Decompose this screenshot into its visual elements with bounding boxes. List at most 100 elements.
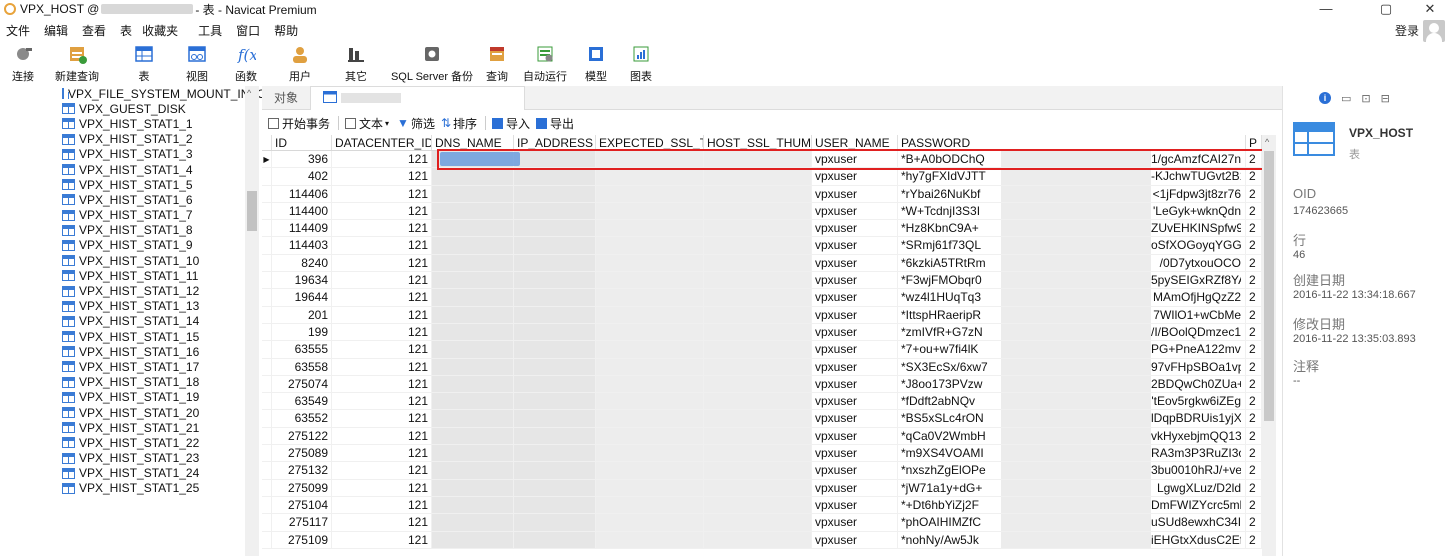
table-row[interactable]: 63552 121 vpxuser *BS5xSLc4rON lDqpBDRUis1yj… bbox=[262, 410, 1262, 428]
import-button[interactable]: 导入 bbox=[492, 115, 530, 132]
cell-dns-name-redacted[interactable] bbox=[432, 323, 514, 341]
cell-id[interactable]: 275099 bbox=[272, 479, 332, 496]
cell-password[interactable]: *rYbai26NuKbf <1jFdpw3jt8zr76 bbox=[898, 185, 1246, 202]
menu-file[interactable]: 文件 bbox=[0, 22, 38, 39]
tree-item[interactable]: VPX_HIST_STAT1_19 bbox=[0, 390, 262, 405]
tree-item[interactable]: VPX_HIST_STAT1_21 bbox=[0, 420, 262, 435]
tree-item[interactable]: VPX_HIST_STAT1_13 bbox=[0, 299, 262, 314]
cell-ip-address-redacted[interactable] bbox=[514, 185, 596, 202]
table-row[interactable]: 63555 121 vpxuser *7+ou+w7fi4lK PG+PneA122mv… bbox=[262, 341, 1262, 359]
cell-datacenter-id[interactable]: 121 bbox=[332, 237, 432, 254]
text-button[interactable]: 文本 ▾ bbox=[345, 115, 391, 132]
cell-datacenter-id[interactable]: 121 bbox=[332, 375, 432, 393]
cell-id[interactable]: 275117 bbox=[272, 514, 332, 531]
cell-p[interactable]: 2 bbox=[1246, 254, 1262, 272]
cell-dns-name-redacted[interactable] bbox=[432, 496, 514, 514]
cell-dns-name-redacted[interactable] bbox=[432, 220, 514, 237]
cell-user-name[interactable]: vpxuser bbox=[812, 306, 898, 323]
menu-window[interactable]: 窗口 bbox=[230, 22, 268, 39]
cell-ip-address-redacted[interactable] bbox=[514, 202, 596, 220]
cell-p[interactable]: 2 bbox=[1246, 220, 1262, 237]
cell-expected-ssl-redacted[interactable] bbox=[596, 306, 704, 323]
cell-datacenter-id[interactable]: 121 bbox=[332, 254, 432, 272]
cell-host-ssl-redacted[interactable] bbox=[704, 427, 812, 445]
tree-item[interactable]: VPX_HIST_STAT1_4 bbox=[0, 162, 262, 177]
cell-expected-ssl-redacted[interactable] bbox=[596, 514, 704, 531]
cell-ip-address-redacted[interactable] bbox=[514, 254, 596, 272]
cell-p[interactable]: 2 bbox=[1246, 202, 1262, 220]
cell-id[interactable]: 199 bbox=[272, 323, 332, 341]
tree-item[interactable]: VPX_HIST_STAT1_7 bbox=[0, 208, 262, 223]
cell-user-name[interactable]: vpxuser bbox=[812, 427, 898, 445]
cell-expected-ssl-redacted[interactable] bbox=[596, 358, 704, 375]
cell-p[interactable]: 2 bbox=[1246, 237, 1262, 254]
tree-item[interactable]: VPX_HIST_STAT1_12 bbox=[0, 283, 262, 298]
cell-user-name[interactable]: vpxuser bbox=[812, 168, 898, 185]
selected-cell[interactable] bbox=[440, 152, 520, 166]
scroll-up-icon[interactable]: ^ bbox=[1265, 137, 1269, 147]
cell-datacenter-id[interactable]: 121 bbox=[332, 479, 432, 496]
cell-datacenter-id[interactable]: 121 bbox=[332, 323, 432, 341]
avatar[interactable] bbox=[1423, 20, 1445, 42]
table-row[interactable]: ▶ 396 121 vpxuser *B+A0bODChQ 1/gcAmzfCAI27n 2 bbox=[262, 151, 1262, 169]
cell-id[interactable]: 114406 bbox=[272, 185, 332, 202]
cell-expected-ssl-redacted[interactable] bbox=[596, 445, 704, 462]
table-row[interactable]: 114409 121 vpxuser *Hz8KbnC9A+ ZUvEHKINSpfw9… bbox=[262, 220, 1262, 238]
cell-expected-ssl-redacted[interactable] bbox=[596, 185, 704, 202]
cell-user-name[interactable]: vpxuser bbox=[812, 410, 898, 427]
cell-dns-name-redacted[interactable] bbox=[432, 254, 514, 272]
cell-password[interactable]: *SX3EcSx/6xw7 97vFHpSBOa1vpv bbox=[898, 358, 1246, 375]
cell-password[interactable]: *F3wjFMObqr0 5pySEIGxRZf8YAF bbox=[898, 272, 1246, 289]
new-query-button[interactable]: 新建查询 bbox=[46, 42, 108, 84]
cell-id[interactable]: 8240 bbox=[272, 254, 332, 272]
table-row[interactable]: 275109 121 vpxuser *nohNy/Aw5Jk iEHGtxXdusC2… bbox=[262, 531, 1262, 549]
tree-item[interactable]: VPX_HIST_STAT1_11 bbox=[0, 268, 262, 283]
tree-item[interactable]: VPX_HIST_STAT1_22 bbox=[0, 435, 262, 450]
tree-item[interactable]: VPX_HIST_STAT1_24 bbox=[0, 466, 262, 481]
cell-user-name[interactable]: vpxuser bbox=[812, 289, 898, 306]
cell-expected-ssl-redacted[interactable] bbox=[596, 410, 704, 427]
cell-password[interactable]: *wz4l1HUqTq3 MAmOfjHgQzZ2 bbox=[898, 289, 1246, 306]
cell-host-ssl-redacted[interactable] bbox=[704, 220, 812, 237]
cell-dns-name-redacted[interactable] bbox=[432, 531, 514, 548]
menu-edit[interactable]: 编辑 bbox=[38, 22, 76, 39]
cell-user-name[interactable]: vpxuser bbox=[812, 185, 898, 202]
cell-p[interactable]: 2 bbox=[1246, 496, 1262, 514]
table-row[interactable]: 402 121 vpxuser *hy7gFXIdVJTT -KJchwTUGvt2B1… bbox=[262, 168, 1262, 186]
cell-password[interactable]: *7+ou+w7fi4lK PG+PneA122mvv bbox=[898, 341, 1246, 358]
cell-datacenter-id[interactable]: 121 bbox=[332, 393, 432, 410]
cell-datacenter-id[interactable]: 121 bbox=[332, 462, 432, 479]
cell-expected-ssl-redacted[interactable] bbox=[596, 254, 704, 272]
cell-id[interactable]: 275104 bbox=[272, 496, 332, 514]
tree-item[interactable]: VPX_HIST_STAT1_17 bbox=[0, 359, 262, 374]
cell-host-ssl-redacted[interactable] bbox=[704, 306, 812, 323]
tree-item[interactable]: VPX_HIST_STAT1_2 bbox=[0, 132, 262, 147]
cell-id[interactable]: 63552 bbox=[272, 410, 332, 427]
cell-host-ssl-redacted[interactable] bbox=[704, 514, 812, 531]
tree-item[interactable]: VPX_GUEST_DISK bbox=[0, 101, 262, 116]
cell-dns-name-redacted[interactable] bbox=[432, 168, 514, 185]
cell-id[interactable]: 63558 bbox=[272, 358, 332, 375]
cell-datacenter-id[interactable]: 121 bbox=[332, 496, 432, 514]
cell-expected-ssl-redacted[interactable] bbox=[596, 168, 704, 185]
table-row[interactable]: 275117 121 vpxuser *phOAIHIMZfC uSUd8ewxhC34… bbox=[262, 514, 1262, 532]
cell-host-ssl-redacted[interactable] bbox=[704, 151, 812, 168]
tree-item[interactable]: VPX_HIST_STAT1_20 bbox=[0, 405, 262, 420]
preview-icon[interactable]: ⊡ bbox=[1361, 92, 1370, 105]
cell-p[interactable]: 2 bbox=[1246, 168, 1262, 185]
sqlserver-backup-button[interactable]: SQL Server 备份 bbox=[384, 42, 480, 84]
cell-ip-address-redacted[interactable] bbox=[514, 479, 596, 496]
cell-dns-name-redacted[interactable] bbox=[432, 358, 514, 375]
table-row[interactable]: 63558 121 vpxuser *SX3EcSx/6xw7 97vFHpSBOa1v… bbox=[262, 358, 1262, 376]
cell-ip-address-redacted[interactable] bbox=[514, 445, 596, 462]
tree-item[interactable]: VPX_HIST_STAT1_10 bbox=[0, 253, 262, 268]
cell-datacenter-id[interactable]: 121 bbox=[332, 185, 432, 202]
column-header[interactable]: DATACENTER_ID bbox=[332, 135, 432, 150]
cell-host-ssl-redacted[interactable] bbox=[704, 462, 812, 479]
cell-host-ssl-redacted[interactable] bbox=[704, 185, 812, 202]
minimize-button[interactable]: — bbox=[1306, 0, 1346, 18]
filter-button[interactable]: ▼ 筛选 bbox=[397, 115, 435, 132]
cell-host-ssl-redacted[interactable] bbox=[704, 272, 812, 289]
other-button[interactable]: 其它 bbox=[328, 42, 384, 84]
cell-id[interactable]: 275122 bbox=[272, 427, 332, 445]
